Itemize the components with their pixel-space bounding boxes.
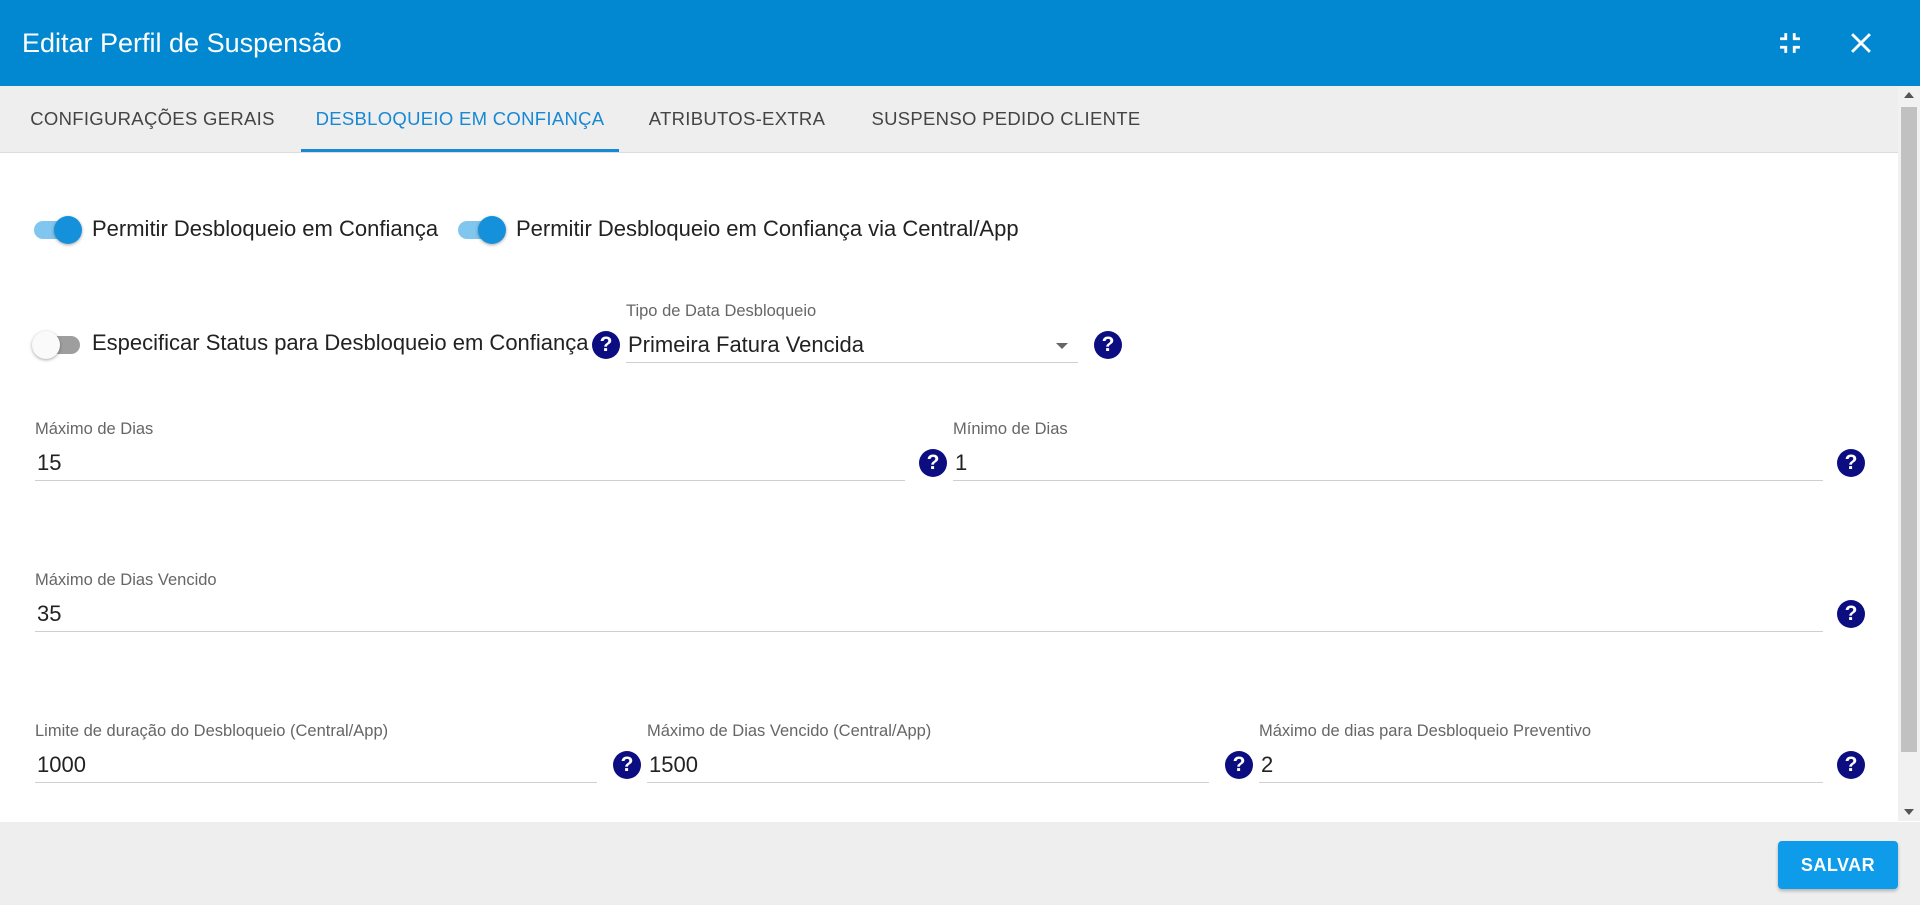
- dialog-header: Editar Perfil de Suspensão: [0, 0, 1920, 86]
- permitir-desbloqueio-central-label: Permitir Desbloqueio em Confiança via Ce…: [516, 216, 1019, 241]
- save-button[interactable]: SALVAR: [1778, 841, 1898, 889]
- maximo-dias-vencido-central-label: Máximo de Dias Vencido (Central/App): [647, 722, 932, 740]
- dialog-title: Editar Perfil de Suspensão: [22, 27, 342, 58]
- help-icon[interactable]: ?: [1837, 751, 1865, 779]
- dialog-footer: [0, 822, 1920, 905]
- permitir-desbloqueio-toggle[interactable]: [32, 211, 84, 245]
- maximo-dias-label: Máximo de Dias: [35, 420, 154, 438]
- toggle-knob: [32, 331, 60, 359]
- maximo-dias-vencido-input[interactable]: 35: [35, 596, 1823, 632]
- help-icon[interactable]: ?: [1225, 751, 1253, 779]
- permitir-desbloqueio-central-toggle[interactable]: [456, 211, 508, 245]
- scroll-up-arrow-icon[interactable]: [1904, 92, 1914, 98]
- scroll-down-arrow-icon[interactable]: [1904, 809, 1914, 815]
- fullscreen-exit-icon[interactable]: [1773, 26, 1807, 60]
- help-icon[interactable]: ?: [1094, 331, 1122, 359]
- tipo-data-select[interactable]: Primeira Fatura Vencida: [626, 327, 1078, 363]
- toggle-knob: [478, 216, 506, 244]
- scrollbar[interactable]: [1898, 86, 1920, 821]
- limite-duracao-input[interactable]: 1000: [35, 747, 597, 783]
- close-icon[interactable]: [1844, 26, 1878, 60]
- scrollbar-thumb[interactable]: [1901, 107, 1917, 752]
- tab-desbloqueio-em-confianca[interactable]: DESBLOQUEIO EM CONFIANÇA: [301, 86, 619, 152]
- minimo-dias-input[interactable]: 1: [953, 445, 1823, 481]
- maximo-dias-vencido-label: Máximo de Dias Vencido: [35, 571, 217, 589]
- tipo-data-label: Tipo de Data Desbloqueio: [626, 302, 817, 320]
- permitir-desbloqueio-label: Permitir Desbloqueio em Confiança: [92, 216, 439, 241]
- especificar-status-toggle[interactable]: [32, 326, 84, 360]
- help-icon[interactable]: ?: [592, 331, 620, 359]
- toggle-knob: [54, 216, 82, 244]
- chevron-down-icon: [1056, 343, 1068, 349]
- help-icon[interactable]: ?: [1837, 600, 1865, 628]
- tab-configuracoes-gerais[interactable]: CONFIGURAÇÕES GERAIS: [20, 86, 285, 152]
- limite-duracao-label: Limite de duração do Desbloqueio (Centra…: [35, 722, 389, 740]
- help-icon[interactable]: ?: [1837, 449, 1865, 477]
- minimo-dias-label: Mínimo de Dias: [953, 420, 1068, 438]
- tab-atributos-extra[interactable]: ATRIBUTOS-EXTRA: [636, 86, 838, 152]
- help-icon[interactable]: ?: [613, 751, 641, 779]
- tab-bar: CONFIGURAÇÕES GERAIS DESBLOQUEIO EM CONF…: [0, 86, 1898, 153]
- maximo-dias-input[interactable]: 15: [35, 445, 905, 481]
- tab-suspenso-pedido-cliente[interactable]: SUSPENSO PEDIDO CLIENTE: [862, 86, 1150, 152]
- maximo-dias-preventivo-input[interactable]: 2: [1259, 747, 1823, 783]
- help-icon[interactable]: ?: [919, 449, 947, 477]
- maximo-dias-preventivo-label: Máximo de dias para Desbloqueio Preventi…: [1259, 722, 1592, 740]
- maximo-dias-vencido-central-input[interactable]: 1500: [647, 747, 1209, 783]
- especificar-status-label: Especificar Status para Desbloqueio em C…: [92, 330, 589, 355]
